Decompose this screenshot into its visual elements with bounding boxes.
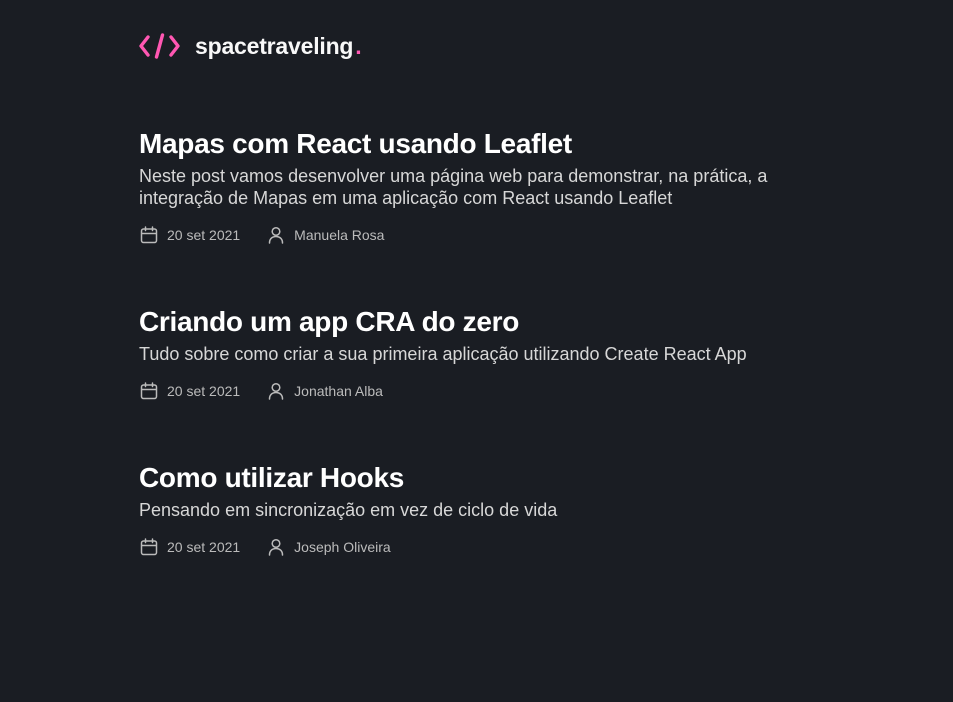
page: spacetraveling. Mapas com React usando L…: [0, 0, 953, 702]
post-item[interactable]: Mapas com React usando Leaflet Neste pos…: [139, 127, 819, 247]
calendar-icon: [140, 382, 158, 400]
user-icon: [268, 538, 284, 556]
post-item[interactable]: Como utilizar Hooks Pensando em sincroni…: [139, 461, 819, 559]
post-info: 20 set 2021 Jonathan Alba: [139, 379, 819, 403]
user-icon: [268, 382, 284, 400]
post-date: 20 set 2021: [139, 225, 240, 245]
code-brackets-icon[interactable]: [139, 32, 180, 60]
post-author-text: Manuela Rosa: [294, 227, 385, 243]
post-title[interactable]: Mapas com React usando Leaflet: [139, 127, 819, 161]
post-author: Jonathan Alba: [266, 381, 383, 401]
brand-dot: .: [355, 33, 362, 59]
post-author: Joseph Oliveira: [266, 537, 391, 557]
post-title[interactable]: Como utilizar Hooks: [139, 461, 819, 495]
brand-name: spacetraveling: [195, 33, 354, 59]
post-subtitle: Pensando em sincronização em vez de cicl…: [139, 500, 558, 520]
post-author-text: Joseph Oliveira: [294, 539, 391, 555]
post-author: Manuela Rosa: [266, 225, 384, 245]
post-info: 20 set 2021 Manuela Rosa: [139, 223, 819, 247]
post-item[interactable]: Criando um app CRA do zero Tudo sobre co…: [139, 305, 819, 403]
brand-logo[interactable]: spacetraveling.: [195, 32, 362, 60]
calendar-icon: [140, 538, 158, 556]
calendar-icon: [140, 226, 158, 244]
post-subtitle: Neste post vamos desenvolver uma página …: [139, 166, 768, 208]
post-date-text: 20 set 2021: [167, 539, 241, 555]
post-author-text: Jonathan Alba: [294, 383, 383, 399]
post-title[interactable]: Criando um app CRA do zero: [139, 305, 819, 339]
post-info: 20 set 2021 Joseph Oliveira: [139, 535, 819, 559]
post-subtitle: Tudo sobre como criar a sua primeira apl…: [139, 344, 747, 364]
post-date-text: 20 set 2021: [167, 383, 241, 399]
user-icon: [268, 226, 284, 244]
site-header: spacetraveling.: [139, 31, 362, 61]
post-date-text: 20 set 2021: [167, 227, 241, 243]
post-date: 20 set 2021: [139, 537, 240, 557]
post-date: 20 set 2021: [139, 381, 240, 401]
